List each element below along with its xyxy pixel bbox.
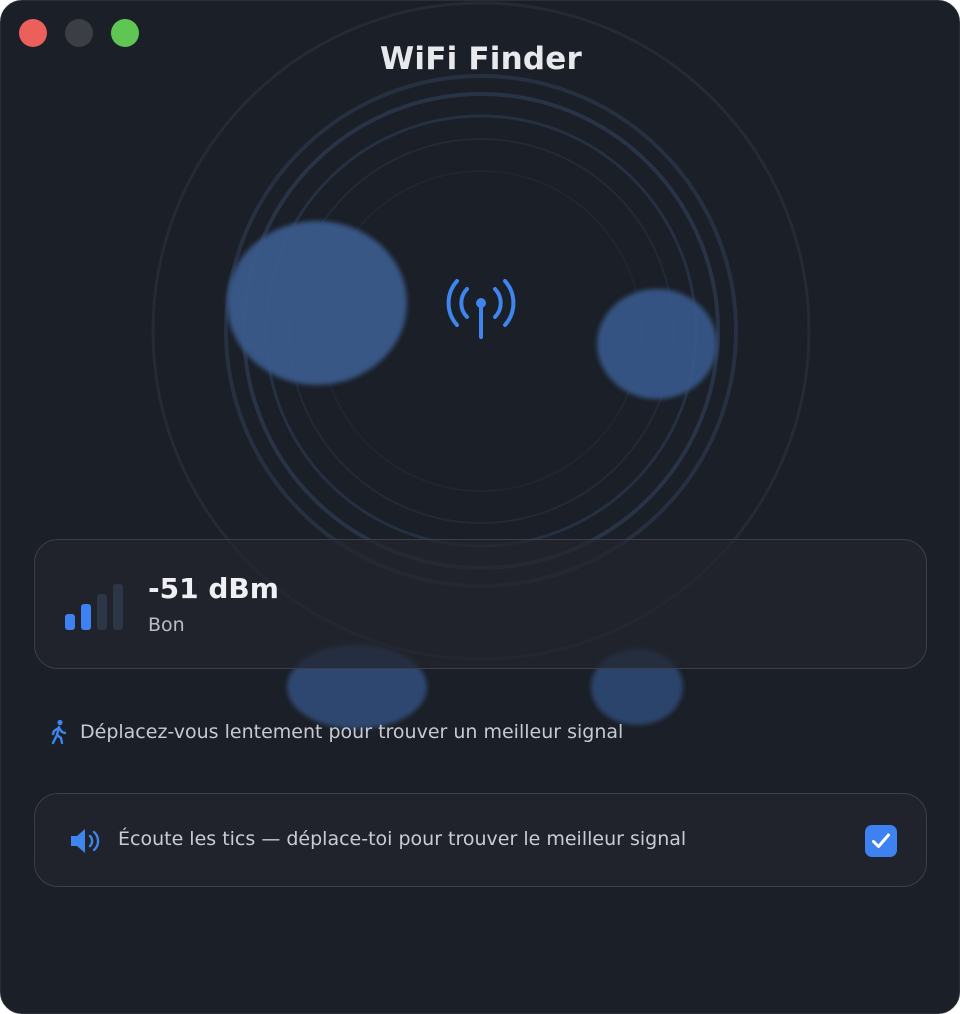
- signal-blob: [597, 289, 717, 399]
- signal-bar: [113, 584, 123, 630]
- signal-bar: [97, 594, 107, 630]
- movement-hint: Déplacez-vous lentement pour trouver un …: [49, 717, 623, 747]
- signal-bars-icon: [65, 582, 125, 630]
- app-window: WiFi Finder -51 dBm Bon Déplacez-vous le…: [0, 0, 960, 1014]
- speaker-wave-icon: [71, 829, 100, 853]
- signal-dbm-value: -51 dBm: [148, 572, 279, 605]
- signal-blob: [227, 221, 407, 385]
- sound-feedback-checkbox[interactable]: [865, 825, 897, 857]
- signal-bar: [81, 604, 91, 630]
- sound-feedback-card: Écoute les tics — déplace-toi pour trouv…: [34, 793, 927, 887]
- signal-quality-label: Bon: [148, 614, 185, 636]
- walking-person-icon: [51, 719, 67, 745]
- signal-strength-card: -51 dBm Bon: [34, 539, 927, 669]
- window-title: WiFi Finder: [380, 41, 582, 77]
- movement-hint-text: Déplacez-vous lentement pour trouver un …: [80, 721, 624, 743]
- signal-bar: [65, 614, 75, 630]
- sound-feedback-label: Écoute les tics — déplace-toi pour trouv…: [118, 828, 687, 850]
- antenna-icon: [446, 279, 516, 339]
- checkmark-icon: [872, 833, 890, 848]
